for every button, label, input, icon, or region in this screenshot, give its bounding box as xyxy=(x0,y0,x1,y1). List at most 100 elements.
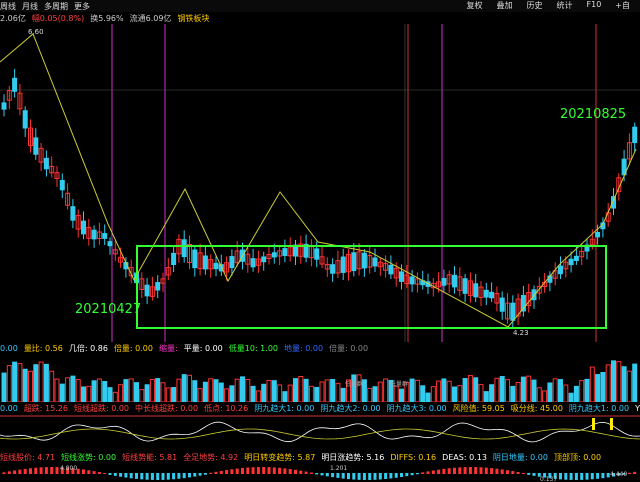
volume-bar-47 xyxy=(250,385,256,402)
volume-bar-72 xyxy=(383,378,389,402)
macd-bar-47 xyxy=(251,467,255,474)
osc-indicator-value-2: 短线超跌: 0.00 xyxy=(73,403,130,413)
candle-body-27 xyxy=(144,284,150,297)
macd-value-2: 4.440 xyxy=(610,471,627,478)
macd-bar-61 xyxy=(325,473,329,477)
macd-bar-16 xyxy=(87,470,91,474)
tab-1[interactable]: 月线 xyxy=(22,2,38,11)
volume-bar-35 xyxy=(187,374,192,402)
macd-bar-107 xyxy=(569,473,573,480)
low-volume-label-1: 低量群 xyxy=(390,380,408,388)
volume-bar-118 xyxy=(626,370,632,402)
candle-body-0 xyxy=(1,102,7,110)
macd-bar-45 xyxy=(241,467,244,474)
date-label-left: 20210427 xyxy=(75,302,141,317)
oscillator-svg xyxy=(0,415,640,443)
macd-bar-111 xyxy=(590,473,594,480)
macd-bar-17 xyxy=(92,471,96,474)
volume-bar-49 xyxy=(261,383,267,402)
macd-bar-8 xyxy=(44,467,48,474)
macd-bar-53 xyxy=(283,468,287,474)
macd-bar-19 xyxy=(103,472,107,474)
volume-bar-55 xyxy=(293,378,298,402)
volume-bar-0 xyxy=(1,372,7,402)
volume-bar-5 xyxy=(28,370,33,402)
macd-bar-85 xyxy=(453,467,456,474)
macd-bar-89 xyxy=(474,467,478,474)
volume-bar-14 xyxy=(75,379,81,402)
volume-bar-64 xyxy=(340,387,346,402)
candle-body-68 xyxy=(361,252,367,269)
osc-indicator-value-9: 吸分线: 45.00 xyxy=(510,403,563,413)
candle-body-51 xyxy=(271,252,277,258)
macd-svg: 4.800 1.201 4.440 0.137 xyxy=(2,465,637,482)
toolbar-button-1[interactable]: 叠加 xyxy=(497,0,513,11)
volume-bar-105 xyxy=(558,379,563,402)
volume-bar-67 xyxy=(356,374,362,402)
candle-body-89 xyxy=(473,283,479,298)
volume-bar-59 xyxy=(314,386,320,402)
toolbar-buttons: 复权 叠加 历史 统计 F10 +自 xyxy=(467,0,636,11)
volume-bar-2 xyxy=(12,361,18,402)
macd-value-3: 0.137 xyxy=(540,476,557,482)
info-item-2: 换5.96% xyxy=(90,13,124,23)
volume-bar-113 xyxy=(600,371,606,402)
volume-bar-63 xyxy=(335,382,341,402)
volume-bar-78 xyxy=(414,379,420,402)
tab-0[interactable]: 周线 xyxy=(0,2,16,11)
candle-body-66 xyxy=(351,252,357,272)
volume-bar-89 xyxy=(473,377,479,402)
volume-bar-26 xyxy=(139,389,145,402)
volume-bar-12 xyxy=(65,377,71,402)
toolbar-button-4[interactable]: F10 xyxy=(587,0,602,11)
toolbar-button-5[interactable]: +自 xyxy=(615,0,630,11)
macd-bar-44 xyxy=(235,468,239,474)
volume-bar-60 xyxy=(319,381,325,402)
candle-body-17 xyxy=(91,229,97,240)
candle-body-40 xyxy=(213,262,219,270)
macd-bar-37 xyxy=(198,473,202,476)
tab-3[interactable]: 更多 xyxy=(74,2,90,11)
candle-body-70 xyxy=(372,257,378,267)
toolbar-button-3[interactable]: 统计 xyxy=(557,0,573,11)
volume-bar-23 xyxy=(123,379,129,402)
tab-2[interactable]: 多周期 xyxy=(44,2,68,11)
volume-bar-18 xyxy=(96,378,102,402)
oscillator-line-2 xyxy=(0,428,640,440)
candle-body-83 xyxy=(441,277,447,286)
candle-body-8 xyxy=(43,157,49,170)
volume-bar-119 xyxy=(632,363,638,402)
macd-bar-90 xyxy=(479,467,483,474)
macd-bar-29 xyxy=(156,473,160,480)
macd-bar-108 xyxy=(574,473,578,480)
macd-bar-73 xyxy=(389,473,393,479)
toolbar-button-0[interactable]: 复权 xyxy=(467,0,483,11)
candle-body-38 xyxy=(202,255,208,270)
candlestick-chart[interactable]: 6.60 4.23 20210427 20210825 xyxy=(0,24,640,342)
macd-bar-6 xyxy=(34,467,38,474)
period-tabs: 周线 月线 多周期 更多 xyxy=(0,1,96,12)
volume-bar-1 xyxy=(6,365,12,402)
macd-bar-119 xyxy=(633,471,637,474)
volume-bar-92 xyxy=(489,384,495,402)
macd-bar-41 xyxy=(219,470,223,474)
macd-bar-49 xyxy=(262,467,266,474)
volume-bar-9 xyxy=(49,370,55,402)
macd-bar-81 xyxy=(431,470,435,474)
volume-bar-101 xyxy=(536,387,542,402)
low-price-label: 4.23 xyxy=(513,329,529,337)
macd-bar-105 xyxy=(559,473,562,480)
volume-bar-46 xyxy=(245,379,251,402)
macd-bar-31 xyxy=(166,473,170,480)
volume-bar-84 xyxy=(446,380,452,402)
toolbar-button-2[interactable]: 历史 xyxy=(527,0,543,11)
volume-bar-10 xyxy=(54,378,60,402)
volume-bar-41 xyxy=(218,382,224,402)
candle-body-13 xyxy=(70,206,76,221)
macd-bar-91 xyxy=(484,467,488,474)
macd-indicator-value-1: 短线涨势: 0.00 xyxy=(61,452,117,462)
candle-body-105 xyxy=(558,265,563,275)
macd-bar-2 xyxy=(13,470,17,474)
macd-bar-10 xyxy=(55,467,59,474)
candle-body-6 xyxy=(33,137,39,155)
